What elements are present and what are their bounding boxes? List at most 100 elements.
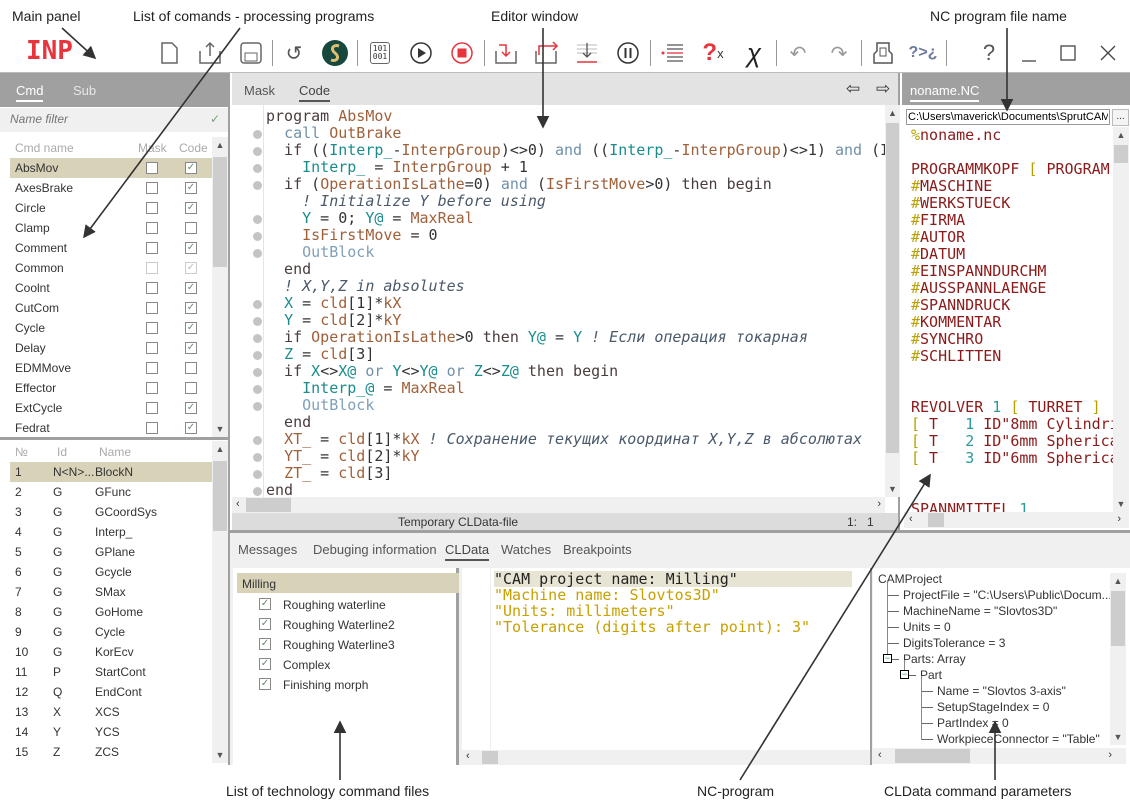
- mask-checkbox[interactable]: [146, 202, 158, 214]
- breakpoint-marker-icon[interactable]: [253, 164, 262, 173]
- register-row[interactable]: 4 G Interp_: [10, 522, 212, 542]
- tab-mask[interactable]: Mask: [244, 83, 275, 98]
- breakpoint-marker-icon[interactable]: [253, 368, 262, 377]
- column-header-mask[interactable]: Mask: [138, 141, 167, 155]
- command-row[interactable]: ExtCycle ✓: [10, 398, 212, 418]
- command-row[interactable]: Clamp: [10, 218, 212, 238]
- command-row[interactable]: Effector: [10, 378, 212, 398]
- tree-vertical-scrollbar[interactable]: ▲ ▼: [1110, 573, 1126, 745]
- navigate-forward-icon[interactable]: ⇨: [876, 79, 890, 99]
- run-icon[interactable]: [406, 38, 436, 68]
- browse-button[interactable]: ...: [1112, 109, 1129, 126]
- breakpoint-marker-icon[interactable]: [253, 402, 262, 411]
- tab-cmd[interactable]: Cmd: [16, 83, 44, 102]
- operation-item[interactable]: ✓ Roughing Waterline2: [259, 615, 449, 635]
- breakpoint-marker-icon[interactable]: [253, 215, 262, 224]
- column-header-cmd-name[interactable]: Cmd name: [15, 141, 74, 155]
- code-checkbox[interactable]: ✓: [185, 422, 197, 434]
- register-row[interactable]: 7 G SMax: [10, 582, 212, 602]
- tree-node[interactable]: Part: [920, 668, 942, 682]
- register-row[interactable]: 14 Y YCS: [10, 722, 212, 742]
- register-row[interactable]: 11 P StartCont: [10, 662, 212, 682]
- clear-watch-icon[interactable]: ? x: [698, 38, 728, 68]
- tree-node[interactable]: MachineName = "Slovtos3D": [903, 604, 1057, 618]
- mask-checkbox[interactable]: [146, 422, 158, 434]
- tree-node[interactable]: Name = "Slovtos 3-axis": [937, 684, 1066, 698]
- register-row[interactable]: 12 Q EndCont: [10, 682, 212, 702]
- breakpoint-marker-icon[interactable]: [253, 334, 262, 343]
- command-row[interactable]: Cycle ✓: [10, 318, 212, 338]
- register-row[interactable]: 5 G GPlane: [10, 542, 212, 562]
- operation-checkbox[interactable]: ✓: [259, 658, 271, 670]
- register-row[interactable]: 15 Z ZCS: [10, 742, 212, 762]
- command-row[interactable]: AxesBrake ✓: [10, 178, 212, 198]
- register-row[interactable]: 9 G Cycle: [10, 622, 212, 642]
- cldata-line[interactable]: "CAM project name: Milling": [494, 571, 852, 587]
- translate-icon[interactable]: ?>¿: [906, 38, 940, 68]
- breakpoint-marker-icon[interactable]: [253, 487, 262, 496]
- command-row[interactable]: EDMMove: [10, 358, 212, 378]
- tab-debuging-information[interactable]: Debuging information: [313, 542, 437, 557]
- cldata-line[interactable]: "Tolerance (digits after point): 3": [494, 619, 852, 635]
- code-checkbox[interactable]: [185, 222, 197, 234]
- tab-cldata[interactable]: CLData: [445, 542, 490, 561]
- register-row[interactable]: 2 G GFunc: [10, 482, 212, 502]
- step-out-icon[interactable]: [572, 38, 602, 68]
- pause-icon[interactable]: [613, 38, 643, 68]
- breakpoint-marker-icon[interactable]: [253, 249, 262, 258]
- tree-node[interactable]: Units = 0: [903, 620, 951, 634]
- code-editor[interactable]: program AbsMov call OutBrake if ((Interp…: [232, 105, 885, 497]
- code-checkbox[interactable]: ✓: [185, 402, 197, 414]
- tree-node[interactable]: Parts: Array: [903, 652, 966, 666]
- tree-horizontal-scrollbar[interactable]: ‹ ›: [873, 748, 1126, 764]
- column-header-name[interactable]: Name: [99, 445, 131, 459]
- reload-icon[interactable]: ↺: [279, 38, 309, 68]
- command-row[interactable]: Circle ✓: [10, 198, 212, 218]
- operation-checkbox[interactable]: ✓: [259, 598, 271, 610]
- register-row[interactable]: 3 G GCoordSys: [10, 502, 212, 522]
- new-file-icon[interactable]: [154, 38, 184, 68]
- code-checkbox[interactable]: ✓: [185, 342, 197, 354]
- tree-node[interactable]: DigitsTolerance = 3: [903, 636, 1005, 650]
- cldata-line[interactable]: "Machine name: Slovtos3D": [494, 587, 852, 603]
- command-row[interactable]: AbsMov ✓: [10, 158, 212, 178]
- command-row[interactable]: Comment ✓: [10, 238, 212, 258]
- operation-checkbox[interactable]: ✓: [259, 638, 271, 650]
- operation-item[interactable]: ✓ Roughing Waterline3: [259, 635, 449, 655]
- register-row[interactable]: 6 G Gcycle: [10, 562, 212, 582]
- cross-icon[interactable]: χ: [739, 38, 769, 68]
- command-row[interactable]: Coolnt ✓: [10, 278, 212, 298]
- code-checkbox[interactable]: ✓: [185, 262, 197, 274]
- operation-item[interactable]: ✓ Roughing waterline: [259, 595, 449, 615]
- code-checkbox[interactable]: ✓: [185, 322, 197, 334]
- maximize-icon[interactable]: [1053, 38, 1083, 68]
- operation-group-milling[interactable]: Milling: [237, 573, 459, 593]
- breakpoint-marker-icon[interactable]: [253, 436, 262, 445]
- mask-checkbox[interactable]: [146, 282, 158, 294]
- breakpoint-marker-icon[interactable]: [253, 232, 262, 241]
- tab-messages[interactable]: Messages: [238, 542, 297, 557]
- breakpoint-marker-icon[interactable]: [253, 470, 262, 479]
- tab-code[interactable]: Code: [299, 83, 331, 102]
- collapse-icon[interactable]: −: [900, 670, 909, 679]
- editor-horizontal-scrollbar[interactable]: ‹ ›: [232, 497, 885, 513]
- close-icon[interactable]: [1093, 38, 1123, 68]
- register-row[interactable]: 1 N<N>... BlockN: [10, 462, 212, 482]
- tab-sub[interactable]: Sub: [73, 83, 96, 98]
- cldata-parameter-tree[interactable]: CAMProject ProjectFile = "C:\Users\Public…: [873, 568, 1130, 765]
- mask-checkbox[interactable]: [146, 342, 158, 354]
- breakpoint-marker-icon[interactable]: [253, 351, 262, 360]
- operation-checkbox[interactable]: ✓: [259, 618, 271, 630]
- mask-checkbox[interactable]: [146, 402, 158, 414]
- operation-item[interactable]: ✓ Complex: [259, 655, 449, 675]
- tab-breakpoints[interactable]: Breakpoints: [563, 542, 632, 557]
- redo-icon[interactable]: ↷: [824, 38, 854, 68]
- breakpoint-list-icon[interactable]: [657, 38, 687, 68]
- command-list-scrollbar[interactable]: ▲ ▼: [212, 137, 228, 437]
- tree-node[interactable]: ProjectFile = "C:\Users\Public\Docum...: [903, 588, 1112, 602]
- mask-checkbox[interactable]: [146, 242, 158, 254]
- tree-node[interactable]: PartIndex = 0: [937, 716, 1009, 730]
- navigate-back-icon[interactable]: ⇦: [846, 79, 860, 99]
- undo-icon[interactable]: ↶: [783, 38, 813, 68]
- save-icon[interactable]: [236, 38, 266, 68]
